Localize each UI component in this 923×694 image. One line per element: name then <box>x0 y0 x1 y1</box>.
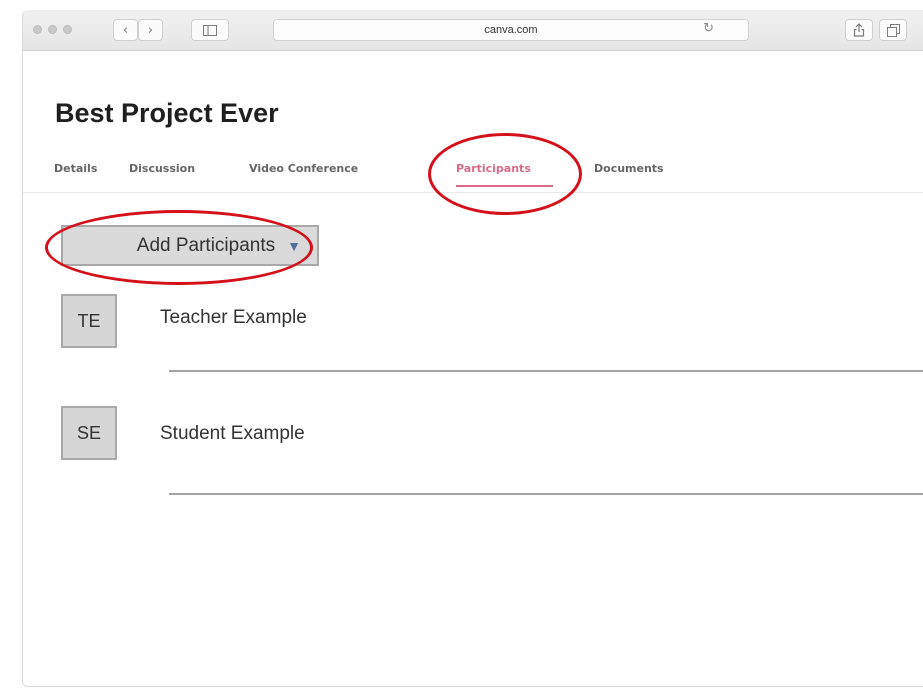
sidebar-button[interactable] <box>191 19 229 41</box>
chevron-right-icon: › <box>147 22 154 38</box>
tabs-icon <box>886 23 900 37</box>
close-window-icon[interactable] <box>33 25 42 34</box>
tabs-button[interactable] <box>879 19 907 41</box>
participant-name[interactable]: Teacher Example <box>160 307 307 329</box>
page-title: Best Project Ever <box>55 98 279 128</box>
browser-toolbar: ‹ › canva.com ↻ <box>23 10 923 51</box>
tab-details[interactable]: Details <box>54 162 97 175</box>
avatar: SE <box>61 406 117 460</box>
chevron-left-icon: ‹ <box>122 22 129 38</box>
share-button[interactable] <box>845 19 873 41</box>
participant-name[interactable]: Student Example <box>160 423 305 445</box>
url-text: canva.com <box>484 24 538 36</box>
minimize-window-icon[interactable] <box>48 25 57 34</box>
highlight-ring-participants-tab <box>428 133 582 215</box>
address-bar[interactable]: canva.com ↻ <box>273 19 749 41</box>
reload-icon[interactable]: ↻ <box>703 21 714 36</box>
back-button[interactable]: ‹ <box>113 19 138 41</box>
participant-divider <box>169 493 923 495</box>
forward-button[interactable]: › <box>138 19 163 41</box>
participant-divider <box>169 370 923 372</box>
avatar: TE <box>61 294 117 348</box>
sidebar-icon <box>203 24 217 36</box>
maximize-window-icon[interactable] <box>63 25 72 34</box>
tab-discussion[interactable]: Discussion <box>129 162 195 175</box>
share-icon <box>853 23 865 37</box>
tab-documents[interactable]: Documents <box>594 162 664 175</box>
browser-window: ‹ › canva.com ↻ Best Project Ever Detail… <box>22 10 923 687</box>
tab-video-conference[interactable]: Video Conference <box>249 162 358 175</box>
highlight-ring-add-participants <box>45 210 313 285</box>
